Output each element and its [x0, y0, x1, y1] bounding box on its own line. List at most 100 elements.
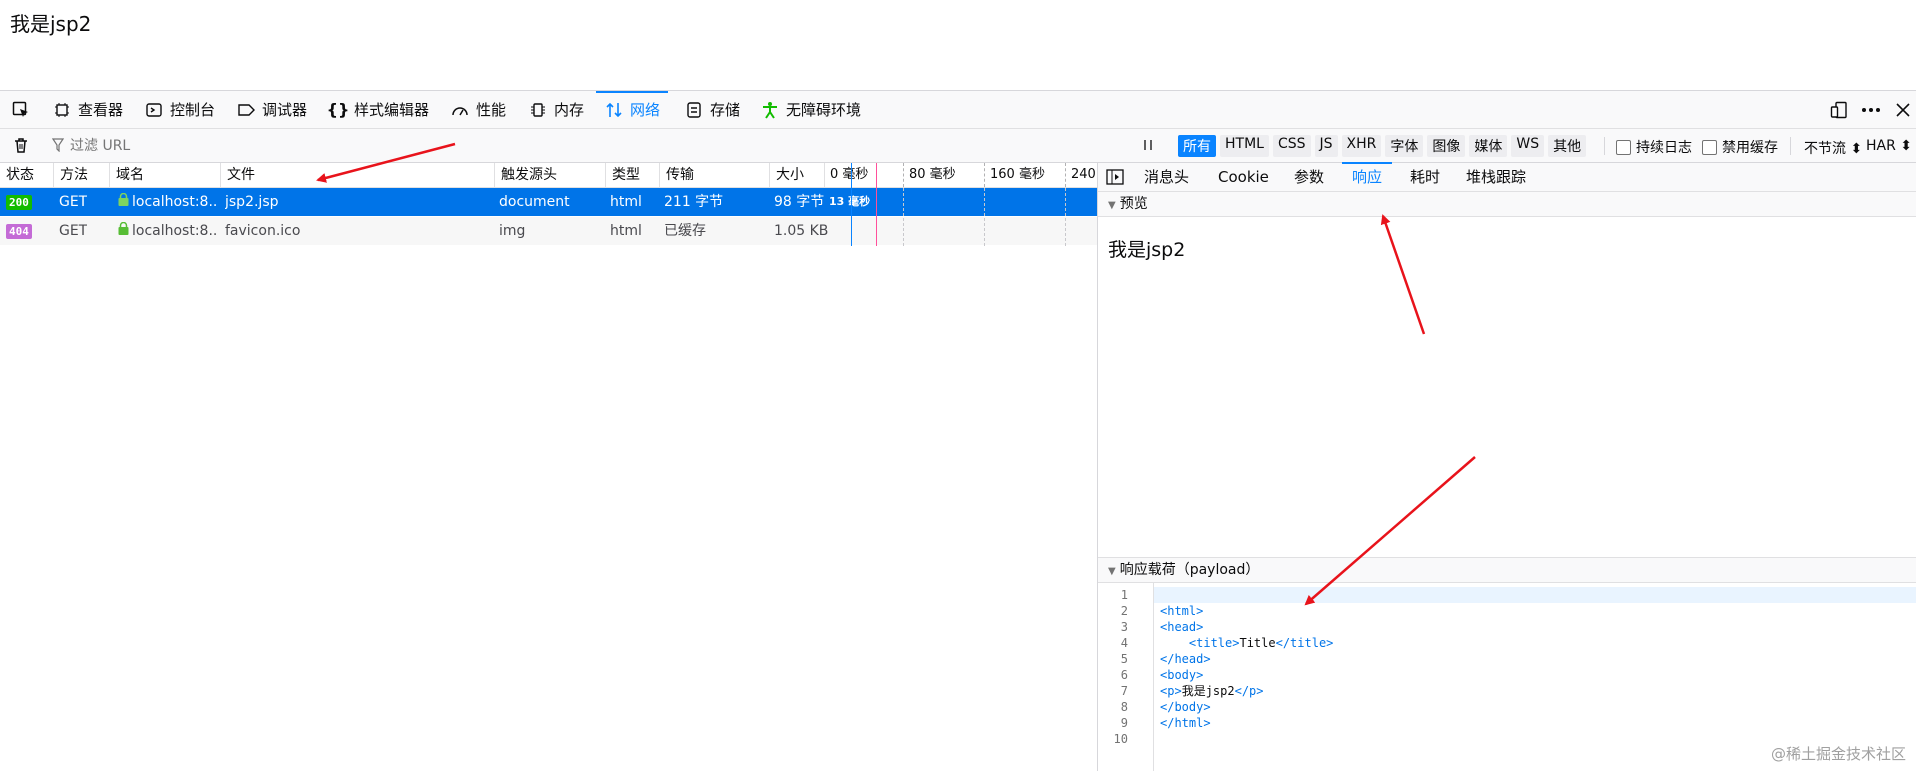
lock-icon: [118, 217, 129, 245]
tab-network[interactable]: 网络: [595, 91, 669, 128]
devtools-panel: 查看器 控制台 调试器 {} 样式编辑器 性能 内存 网络 存储 无障碍环境 过…: [0, 90, 1916, 771]
checkbox-box[interactable]: [1616, 139, 1631, 155]
code-line: <body>: [1160, 667, 1203, 683]
filter-type-xhr[interactable]: XHR: [1341, 135, 1382, 157]
code-line: <title>Title</title>: [1160, 635, 1334, 651]
storage-icon: [684, 100, 704, 120]
code-text: Title: [1239, 636, 1276, 650]
method-cell: GET: [59, 194, 88, 210]
page-text: 我是jsp2: [10, 12, 92, 36]
line-number: 10: [1113, 732, 1128, 746]
close-icon[interactable]: [1890, 91, 1916, 128]
timing-label: 13 毫秒: [829, 195, 871, 208]
debugger-icon: [236, 100, 256, 120]
column-header-type[interactable]: 类型: [605, 163, 665, 187]
payload-section-header[interactable]: ▼ 响应载荷（payload）: [1098, 557, 1916, 583]
column-header-method[interactable]: 方法: [53, 163, 115, 187]
tab-inspector[interactable]: 查看器: [52, 91, 123, 128]
column-header-file[interactable]: 文件: [220, 163, 500, 187]
collapse-triangle-icon: ▼: [1108, 200, 1116, 211]
throttle-select[interactable]: 不节流 ⬍: [1804, 138, 1862, 158]
tab-cookies[interactable]: Cookie: [1218, 163, 1269, 191]
details-tabs: 消息头 Cookie 参数 响应 耗时 堆栈跟踪: [1098, 162, 1916, 192]
disable-cache-checkbox[interactable]: 禁用缓存: [1702, 137, 1778, 157]
code-line: </body>: [1160, 699, 1211, 715]
line-number-gutter: 1 2 3 4 5 6 7 8 9 10: [1098, 583, 1154, 771]
tab-headers[interactable]: 消息头: [1144, 163, 1189, 191]
tab-label: 网络: [630, 101, 661, 119]
waterfall-tick: 0 毫秒: [824, 163, 868, 187]
filter-type-images[interactable]: 图像: [1427, 135, 1466, 157]
toggle-sidebar-icon[interactable]: [1106, 169, 1124, 189]
persist-log-checkbox[interactable]: 持续日志: [1616, 137, 1692, 157]
line-number: 4: [1120, 636, 1128, 650]
har-menu[interactable]: HAR ⬍: [1866, 138, 1912, 154]
devtools-toolbar: 查看器 控制台 调试器 {} 样式编辑器 性能 内存 网络 存储 无障碍环境: [0, 91, 1916, 129]
divider: [1790, 137, 1791, 155]
column-header-domain[interactable]: 域名: [109, 163, 226, 187]
tab-memory[interactable]: 内存: [528, 91, 584, 128]
code-tag: </head>: [1160, 652, 1211, 666]
filter-type-ws[interactable]: WS: [1511, 135, 1545, 157]
pause-icon[interactable]: [1140, 137, 1156, 153]
code-line: </head>: [1160, 651, 1211, 667]
status-badge: 200: [6, 195, 32, 210]
dom-content-loaded-marker: [851, 163, 852, 246]
code-tag: </html>: [1160, 716, 1211, 730]
column-header-initiator[interactable]: 触发源头: [494, 163, 611, 187]
tab-stack-trace[interactable]: 堆栈跟踪: [1466, 163, 1526, 191]
load-marker: [876, 163, 877, 246]
filter-type-html[interactable]: HTML: [1220, 135, 1269, 157]
transferred-cell: 211 字节: [664, 194, 724, 210]
request-details-panel: 消息头 Cookie 参数 响应 耗时 堆栈跟踪 ▼ 预览 我是jsp2 ▼ 响应载…: [1098, 162, 1916, 771]
code-tag: <title>: [1188, 636, 1240, 650]
tab-label: 调试器: [262, 101, 308, 119]
preview-title: 预览: [1119, 196, 1148, 212]
initiator-cell: img: [499, 223, 526, 239]
responsive-mode-icon[interactable]: [1826, 91, 1852, 128]
checkbox-box[interactable]: [1702, 139, 1717, 155]
type-cell: html: [610, 223, 642, 239]
preview-section-header[interactable]: ▼ 预览: [1098, 192, 1916, 217]
table-row[interactable]: 404 GET localhost:8... favicon.ico img h…: [0, 217, 1097, 245]
watermark: @稀土掘金技术社区: [1770, 745, 1906, 763]
clear-log-trash-icon[interactable]: [12, 136, 30, 158]
tab-debugger[interactable]: 调试器: [236, 91, 307, 128]
filter-type-fonts[interactable]: 字体: [1385, 135, 1424, 157]
tab-accessibility[interactable]: 无障碍环境: [760, 91, 861, 128]
filter-url-input[interactable]: [46, 133, 1142, 159]
size-cell: 98 字节: [774, 194, 825, 210]
more-options-icon[interactable]: [1858, 91, 1884, 128]
column-header-transferred[interactable]: 传输: [659, 163, 775, 187]
line-number: 1: [1120, 588, 1128, 602]
tab-storage[interactable]: 存储: [684, 91, 740, 128]
column-header-status[interactable]: 状态: [0, 163, 58, 187]
element-picker-icon[interactable]: [8, 91, 34, 128]
tab-style-editor[interactable]: {} 样式编辑器: [327, 91, 429, 128]
code-line: <html>: [1160, 603, 1203, 619]
filter-type-css[interactable]: CSS: [1272, 135, 1311, 157]
tab-label: 性能: [476, 101, 507, 119]
filter-type-media[interactable]: 媒体: [1469, 135, 1508, 157]
file-cell: favicon.ico: [225, 223, 301, 239]
waterfall-gridline: [984, 188, 986, 246]
table-row[interactable]: 200 GET localhost:8... jsp2.jsp document…: [0, 188, 1097, 216]
column-header-size[interactable]: 大小: [769, 163, 831, 187]
line-number: 8: [1120, 700, 1128, 714]
waterfall-tick: 240: [1065, 163, 1096, 187]
domain-cell: localhost:8...: [118, 188, 218, 216]
tab-response[interactable]: 响应: [1341, 162, 1393, 191]
code-tag: <head>: [1160, 620, 1204, 634]
line-number: 7: [1120, 684, 1128, 698]
waterfall-gridline: [903, 188, 905, 246]
filter-type-other[interactable]: 其他: [1548, 135, 1587, 157]
tab-performance[interactable]: 性能: [450, 91, 506, 128]
network-filter-bar: 所有 HTML CSS JS XHR 字体 图像 媒体 WS 其他 持续日志 禁…: [0, 129, 1916, 163]
persist-log-label: 持续日志: [1636, 140, 1692, 156]
tab-console[interactable]: 控制台: [144, 91, 215, 128]
domain-cell: localhost:8...: [118, 217, 218, 245]
filter-type-js[interactable]: JS: [1314, 135, 1338, 157]
tab-params[interactable]: 参数: [1294, 163, 1324, 191]
filter-type-all[interactable]: 所有: [1178, 135, 1216, 157]
tab-timings[interactable]: 耗时: [1410, 163, 1440, 191]
